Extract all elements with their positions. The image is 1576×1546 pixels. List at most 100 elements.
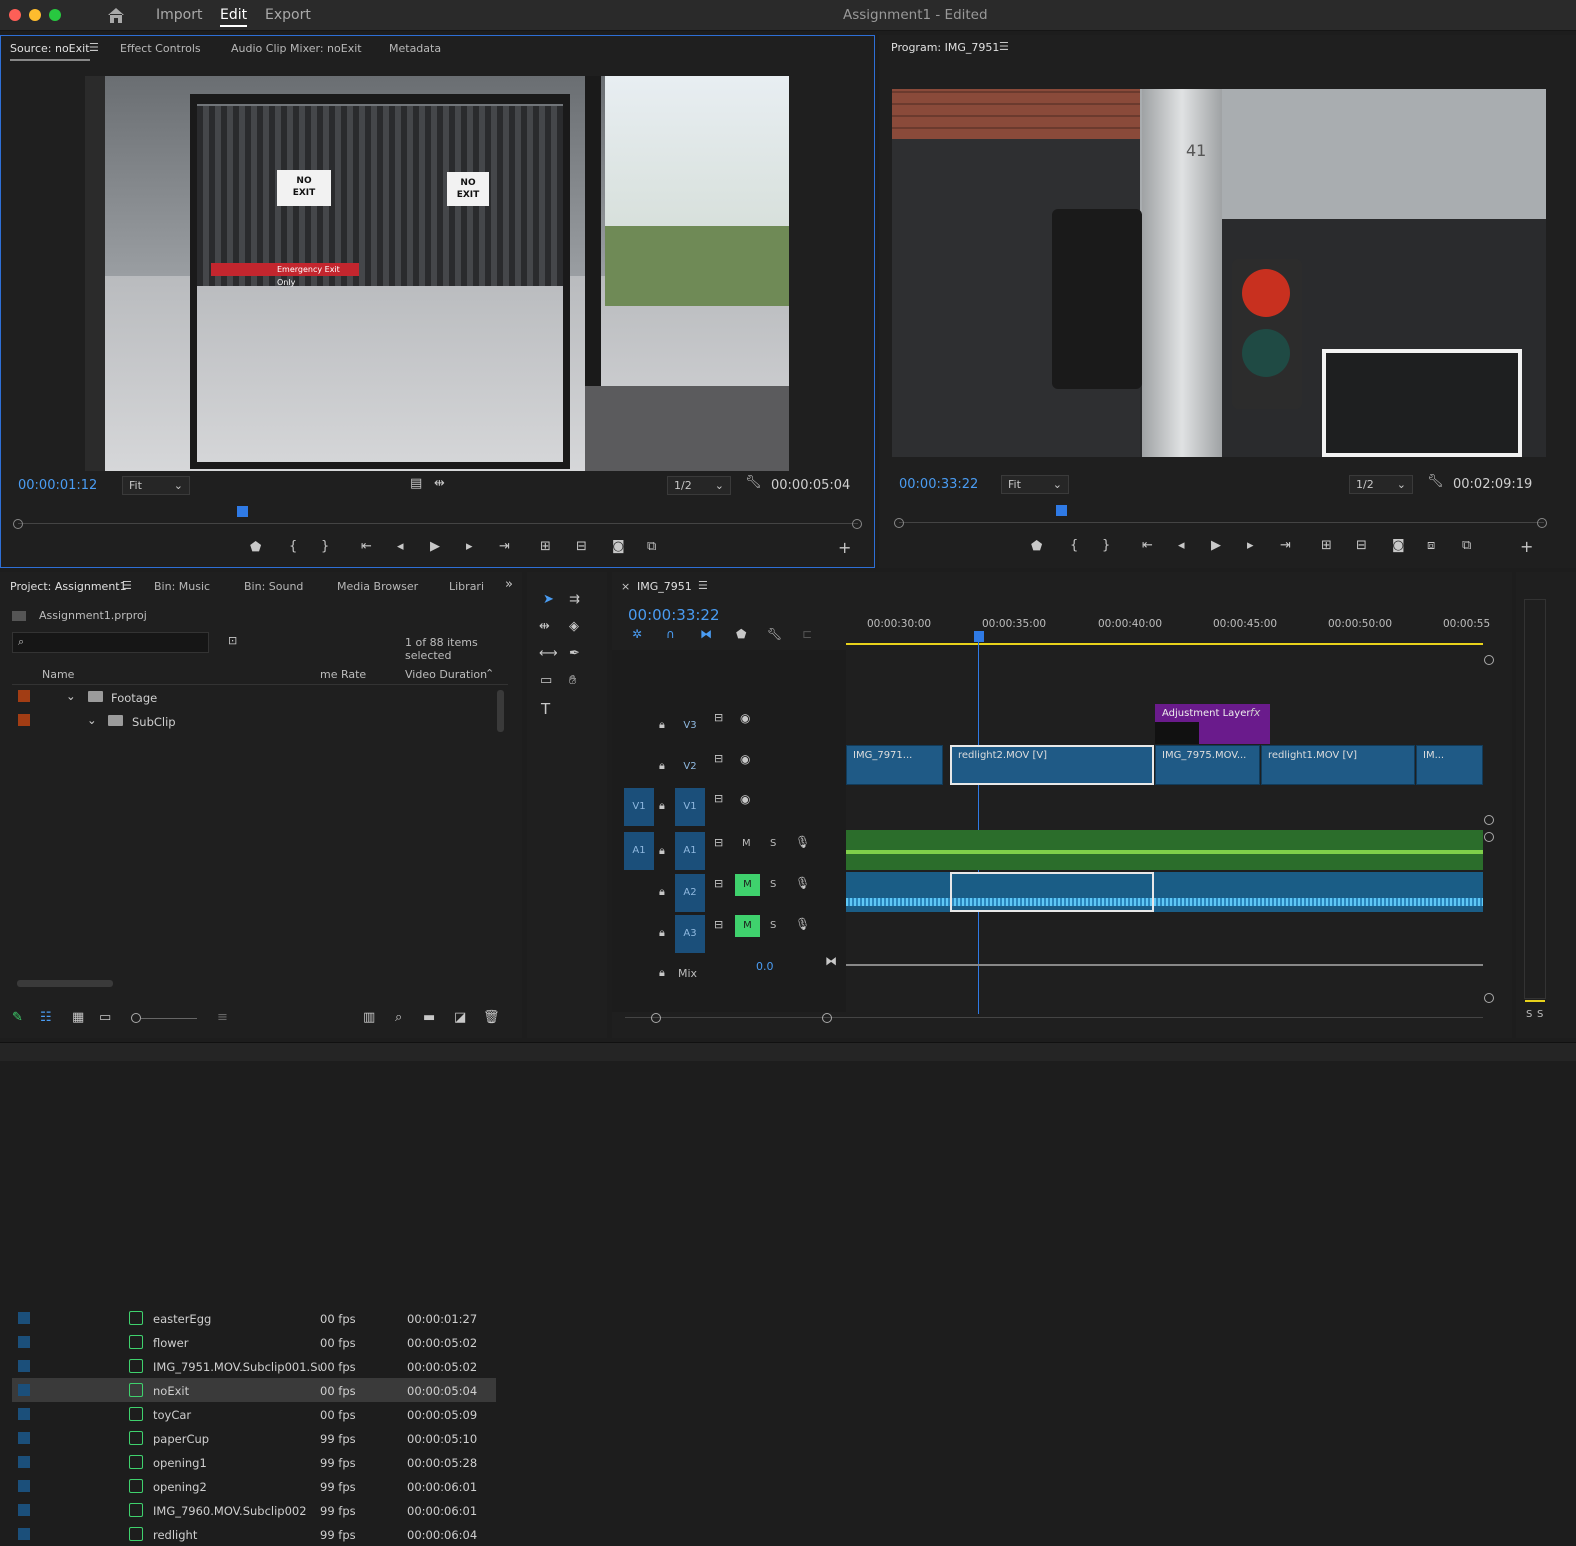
solo-button[interactable]: S <box>770 879 776 890</box>
program-go-to-out-icon[interactable]: ⇥ <box>1280 538 1291 553</box>
label-color[interactable] <box>18 1504 30 1516</box>
eye-icon[interactable]: ◉ <box>740 711 750 725</box>
wrench-icon[interactable]: 🔧︎ <box>745 475 762 490</box>
close-window-button[interactable] <box>9 9 21 21</box>
tab-program[interactable]: Program: IMG_7951 <box>891 41 999 54</box>
project-menu-icon[interactable]: ☰ <box>122 579 132 592</box>
label-color[interactable] <box>18 1528 30 1540</box>
source-zoom-select[interactable]: Fit ⌄ <box>122 476 190 495</box>
project-hscrollbar[interactable] <box>17 980 113 987</box>
find-icon[interactable]: ⌕ <box>395 1010 402 1025</box>
new-search-bin-icon[interactable]: ⊡ <box>228 634 237 647</box>
lift-icon[interactable]: ⊞ <box>1321 538 1332 553</box>
label-color[interactable] <box>18 1408 30 1420</box>
label-color[interactable] <box>18 1432 30 1444</box>
label-color[interactable] <box>18 690 30 702</box>
camera-icon[interactable]: ◙ <box>612 539 625 554</box>
program-mark-out-icon[interactable]: } <box>1102 538 1110 553</box>
chevron-down-icon[interactable]: ⌄ <box>66 689 76 703</box>
hscroll-left[interactable] <box>651 1013 661 1023</box>
lock-icon[interactable]: 🔒︎ <box>659 759 665 773</box>
rectangle-tool-icon[interactable]: ▭ <box>540 673 552 688</box>
captions-icon[interactable]: ⊏ <box>802 627 812 641</box>
mute-button-active[interactable]: M <box>735 874 760 896</box>
program-timecode[interactable]: 00:00:33:22 <box>899 477 978 492</box>
timeline-settings-icon[interactable]: 🔧︎ <box>767 627 782 641</box>
mute-button[interactable]: M <box>742 838 751 849</box>
microphone-icon[interactable]: 🎙︎ <box>795 917 810 931</box>
program-time-ruler[interactable] <box>899 522 1544 523</box>
chevron-down-icon[interactable]: ⌄ <box>87 713 97 727</box>
button-editor-icon[interactable]: ⧉ <box>647 539 656 554</box>
list-item[interactable]: IMG_7951.MOV.Subclip001.Subc 00 fps 00:00:… <box>12 1354 496 1378</box>
label-color[interactable] <box>18 1480 30 1492</box>
program-playhead[interactable] <box>1056 505 1067 516</box>
label-color[interactable] <box>18 1456 30 1468</box>
column-name[interactable]: Name <box>42 668 74 681</box>
a-scroll-handle-top[interactable] <box>1484 832 1494 842</box>
list-item[interactable]: easterEgg 00 fps 00:00:01:27 <box>12 1306 496 1330</box>
close-sequence-icon[interactable]: × <box>621 580 630 593</box>
track-v2[interactable]: V2 <box>675 754 705 780</box>
overwrite-icon[interactable]: ⊟ <box>576 539 587 554</box>
tab-source[interactable]: Source: noExit <box>10 42 90 61</box>
lock-icon[interactable]: 🔒︎ <box>659 966 665 980</box>
list-view-icon[interactable]: ☷ <box>40 1010 52 1025</box>
program-mark-in-icon[interactable]: { <box>1070 538 1078 553</box>
track-v3[interactable]: V3 <box>675 713 705 739</box>
source-timecode[interactable]: 00:00:01:12 <box>18 478 97 493</box>
lock-icon[interactable]: 🔒︎ <box>659 799 665 813</box>
tab-metadata[interactable]: Metadata <box>389 42 441 55</box>
program-zoom-handle-right[interactable] <box>1537 518 1547 528</box>
program-step-forward-icon[interactable]: ▸ <box>1247 538 1254 553</box>
trash-icon[interactable]: 🗑︎ <box>483 1010 500 1025</box>
razor-tool-icon[interactable]: ◈ <box>569 619 579 634</box>
sync-lock-icon[interactable]: ⊟ <box>714 918 723 931</box>
solo-button[interactable]: S <box>770 838 776 849</box>
more-tabs-icon[interactable]: » <box>505 577 513 592</box>
menu-edit[interactable]: Edit <box>220 7 248 27</box>
automate-to-sequence-icon[interactable]: ▥ <box>363 1010 375 1025</box>
drag-video-icon[interactable]: ▤ <box>410 476 422 491</box>
mark-out-icon[interactable]: } <box>321 539 329 554</box>
insert-icon[interactable]: ⊞ <box>540 539 551 554</box>
selection-tool-icon[interactable]: ➤ <box>543 592 554 607</box>
pen-tool-icon[interactable]: ✒ <box>569 646 580 661</box>
track-a2[interactable]: A2 <box>675 874 705 912</box>
list-item[interactable]: opening2 99 fps 00:00:06:01 <box>12 1474 496 1498</box>
nest-icon[interactable]: ✲ <box>632 627 642 641</box>
pencil-icon[interactable]: ✎ <box>12 1010 23 1025</box>
menu-import[interactable]: Import <box>156 7 202 23</box>
program-zoom-select[interactable]: Fit ⌄ <box>1001 475 1069 494</box>
timeline-hscroll[interactable] <box>625 1017 1483 1018</box>
list-item[interactable]: opening1 99 fps 00:00:05:28 <box>12 1450 496 1474</box>
drag-audio-icon[interactable]: ⇹ <box>434 476 445 491</box>
track-select-tool-icon[interactable]: ⇉ <box>569 592 580 607</box>
label-color[interactable] <box>18 1360 30 1372</box>
video-clip[interactable]: IMG_7971... <box>846 745 943 785</box>
project-scrollbar[interactable] <box>497 690 504 732</box>
list-item[interactable]: toyCar 00 fps 00:00:05:09 <box>12 1402 496 1426</box>
add-button-icon[interactable]: + <box>838 538 851 557</box>
tab-audio-clip-mixer[interactable]: Audio Clip Mixer: noExit <box>231 42 362 55</box>
linked-selection-icon[interactable]: ⧓ <box>700 627 712 641</box>
source-zoom-handle-right[interactable] <box>852 519 862 529</box>
new-item-icon[interactable]: ◪ <box>454 1010 466 1025</box>
project-search-input[interactable]: ⌕ <box>12 632 209 653</box>
sort-ascending-icon[interactable]: ⌃ <box>485 667 494 680</box>
source-resolution-select[interactable]: 1/2 ⌄ <box>667 476 731 495</box>
audio-clip-selected[interactable] <box>950 872 1154 912</box>
program-camera-icon[interactable]: ◙ <box>1392 538 1405 553</box>
timeline-playhead[interactable] <box>974 631 984 642</box>
column-frame-rate[interactable]: me Rate <box>320 668 366 681</box>
column-video-duration[interactable]: Video Duration <box>405 668 487 681</box>
audio-clip-a1[interactable] <box>846 830 1483 870</box>
folder-row[interactable]: ⌄ Footage <box>12 686 496 710</box>
program-menu-icon[interactable]: ☰ <box>999 40 1009 53</box>
mix-collapse-icon[interactable]: ⧓ <box>825 954 837 968</box>
solo-right[interactable]: S <box>1537 1009 1543 1020</box>
source-zoom-handle-left[interactable] <box>13 519 23 529</box>
track-a3[interactable]: A3 <box>675 915 705 953</box>
tab-project[interactable]: Project: Assignment1 <box>10 580 127 593</box>
lock-icon[interactable]: 🔒︎ <box>659 718 665 732</box>
